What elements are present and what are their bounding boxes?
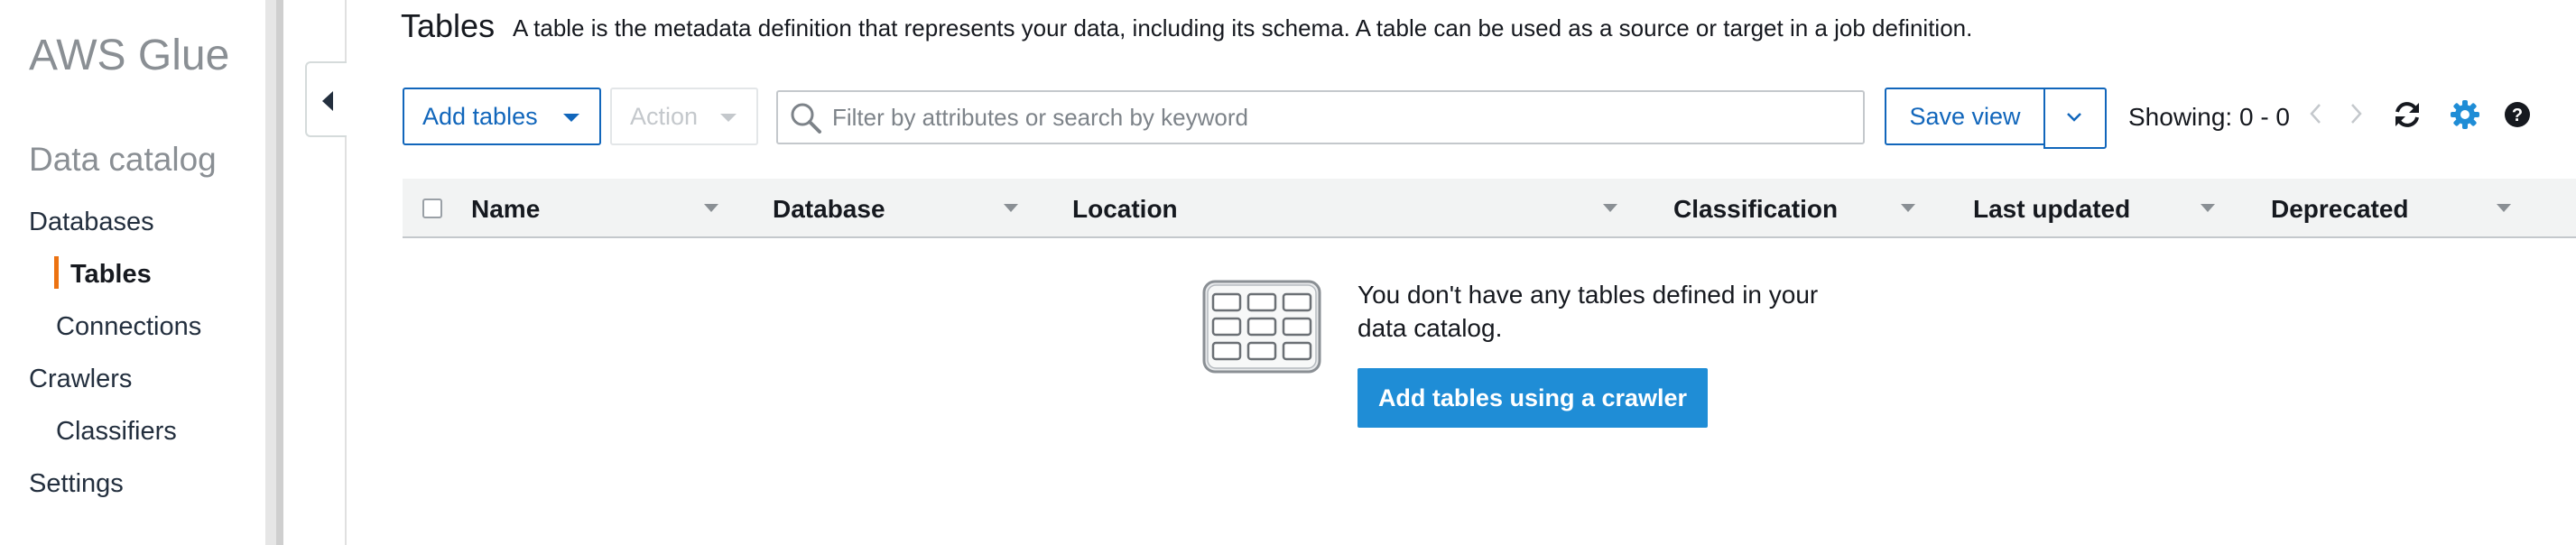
column-header-name[interactable]: Name (471, 195, 540, 224)
svg-text:?: ? (2512, 106, 2523, 125)
search-input[interactable] (832, 92, 1852, 143)
gear-icon[interactable] (2450, 99, 2480, 130)
sidebar-divider (276, 0, 283, 545)
add-tables-button[interactable]: Add tables (403, 88, 601, 145)
column-header-classification[interactable]: Classification (1673, 195, 1838, 224)
sidebar-item-settings[interactable]: Settings (29, 469, 124, 499)
search-icon (791, 103, 821, 134)
active-indicator (54, 256, 59, 289)
add-tables-label: Add tables (422, 102, 538, 130)
collapse-sidebar-button[interactable] (305, 61, 347, 137)
sidebar-item-databases[interactable]: Databases (29, 208, 154, 237)
sort-caret-icon[interactable] (1004, 204, 1018, 212)
sidebar-item-crawlers[interactable]: Crawlers (29, 365, 132, 394)
sort-caret-icon[interactable] (2201, 204, 2215, 212)
sidebar: AWS Glue Data catalog Databases Tables C… (0, 0, 265, 545)
search-box[interactable] (776, 90, 1865, 144)
sidebar-resize-gutter[interactable] (265, 0, 276, 545)
action-button: Action (610, 88, 758, 145)
column-header-last-updated[interactable]: Last updated (1973, 195, 2130, 224)
add-tables-using-crawler-button[interactable]: Add tables using a crawler (1357, 368, 1708, 428)
select-all-checkbox[interactable] (422, 199, 442, 218)
sidebar-item-tables[interactable]: Tables (70, 260, 152, 290)
caret-down-icon (720, 114, 737, 122)
save-view-label: Save view (1909, 102, 2021, 130)
page-title: Tables (401, 7, 496, 44)
refresh-icon[interactable] (2392, 99, 2423, 130)
caret-down-icon (563, 114, 579, 122)
chevron-down-icon (2067, 113, 2081, 122)
save-view-button[interactable]: Save view (1885, 88, 2045, 145)
column-header-location[interactable]: Location (1072, 195, 1178, 224)
service-title: AWS Glue (29, 32, 230, 79)
sidebar-item-classifiers[interactable]: Classifiers (56, 417, 177, 447)
action-label: Action (630, 102, 699, 130)
table-header (403, 179, 2576, 238)
page-description: A table is the metadata definition that … (513, 14, 1973, 42)
sort-caret-icon[interactable] (1901, 204, 1915, 212)
chevron-right-icon[interactable] (2347, 99, 2365, 128)
column-header-database[interactable]: Database (773, 195, 885, 224)
table-grid-icon (1202, 280, 1321, 374)
sort-caret-icon[interactable] (2497, 204, 2511, 212)
sidebar-item-connections[interactable]: Connections (56, 312, 201, 342)
chevron-left-icon[interactable] (2307, 99, 2325, 128)
sidebar-section-data-catalog: Data catalog (29, 141, 217, 178)
help-icon[interactable]: ? (2504, 101, 2531, 128)
caret-left-icon (322, 91, 333, 111)
pagination-status: Showing: 0 - 0 (2128, 103, 2290, 131)
column-header-deprecated[interactable]: Deprecated (2271, 195, 2409, 224)
empty-state-message: You don't have any tables defined in you… (1357, 281, 1819, 342)
sort-caret-icon[interactable] (1603, 204, 1617, 212)
save-view-dropdown-button[interactable] (2043, 88, 2107, 149)
sort-caret-icon[interactable] (704, 204, 718, 212)
